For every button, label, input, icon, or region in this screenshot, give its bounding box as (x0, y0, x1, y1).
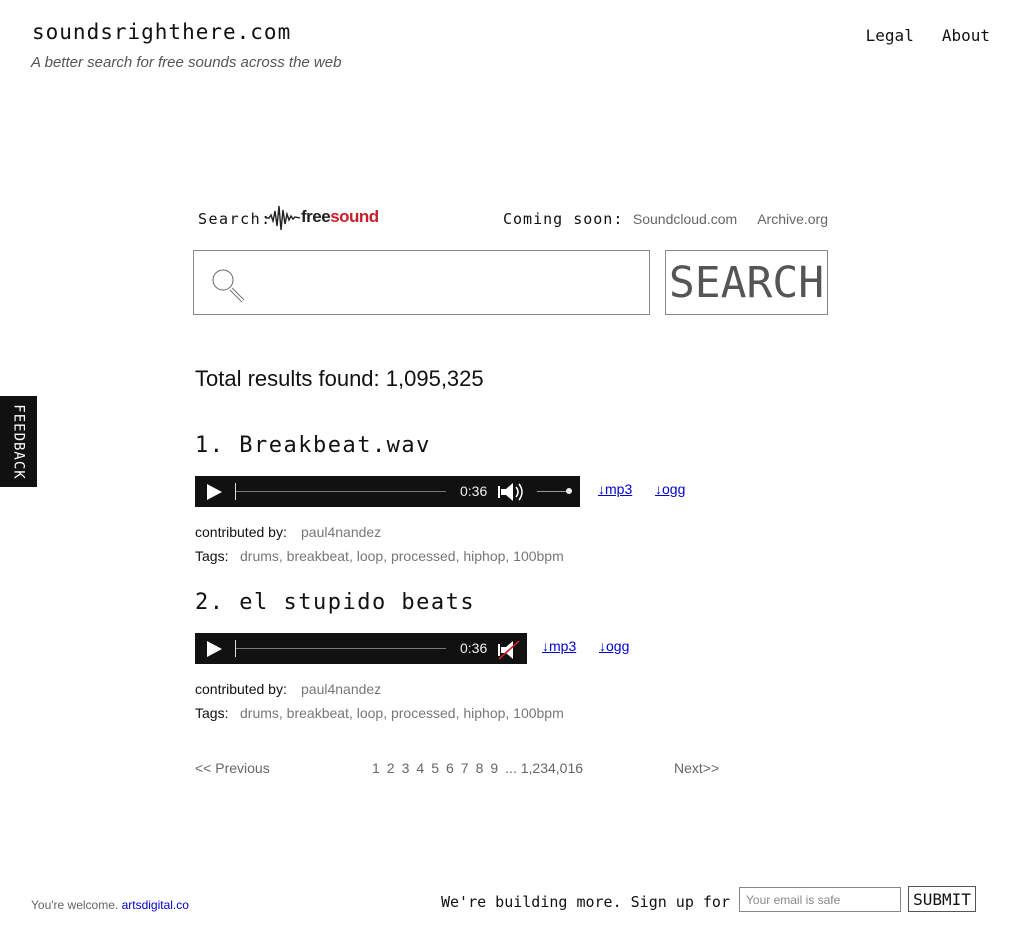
volume-icon[interactable] (497, 482, 527, 502)
page-link-6[interactable]: 6 (446, 760, 454, 776)
contributor-name[interactable]: paul4nandez (301, 524, 381, 540)
next-page-link[interactable]: Next>> (674, 760, 719, 776)
feedback-tab[interactable]: FEEDBACK (0, 396, 37, 487)
previous-page-link[interactable]: << Previous (195, 760, 270, 776)
volume-handle[interactable] (566, 488, 572, 494)
result-item: 1. Breakbeat.wav 0:36 ↓mp3 ↓ogg contribu… (195, 433, 835, 568)
page-link-4[interactable]: 4 (416, 760, 424, 776)
result-item: 2. el stupido beats 0:36 ↓mp3 ↓ogg contr… (195, 590, 835, 725)
playback-time: 0:36 (460, 483, 488, 499)
coming-soon-sources: Soundcloud.com Archive.org (633, 211, 828, 227)
search-input[interactable] (258, 263, 638, 303)
nav-about-link[interactable]: About (942, 26, 990, 45)
page-link-5[interactable]: 5 (431, 760, 439, 776)
download-ogg-link[interactable]: ↓ogg (599, 638, 629, 654)
page-numbers: 1 2 3 4 5 6 7 8 9 ... 1,234,016 (372, 760, 583, 776)
tags-label: Tags: (195, 705, 229, 721)
play-icon[interactable] (205, 483, 223, 501)
download-mp3-link[interactable]: ↓mp3 (598, 481, 632, 497)
freesound-logo-text-part1: free (301, 207, 331, 226)
page-link-last[interactable]: ... 1,234,016 (505, 760, 583, 776)
result-title[interactable]: 2. el stupido beats (195, 590, 835, 620)
page-link-7[interactable]: 7 (461, 760, 469, 776)
footer-credit-text: You're welcome. (31, 898, 119, 912)
footer-credit: You're welcome. artsdigital.co (31, 898, 189, 912)
submit-button[interactable]: SUBMIT (908, 886, 976, 912)
download-mp3-link[interactable]: ↓mp3 (542, 638, 576, 654)
page-link-8[interactable]: 8 (476, 760, 484, 776)
progress-handle[interactable] (235, 640, 236, 657)
download-ogg-link[interactable]: ↓ogg (655, 481, 685, 497)
result-title[interactable]: 1. Breakbeat.wav (195, 433, 835, 463)
audio-player: 0:36 (195, 633, 527, 664)
contributor-name[interactable]: paul4nandez (301, 681, 381, 697)
play-icon[interactable] (205, 640, 223, 658)
waveform-icon (266, 205, 300, 231)
progress-bar[interactable] (235, 491, 446, 492)
page-link-2[interactable]: 2 (387, 760, 395, 776)
nav-legal-link[interactable]: Legal (866, 26, 914, 45)
page-link-3[interactable]: 3 (402, 760, 410, 776)
contributed-by-label: contributed by: (195, 681, 287, 697)
pagination: << Previous 1 2 3 4 5 6 7 8 9 ... 1,234,… (195, 760, 720, 780)
site-tagline: A better search for free sounds across t… (31, 54, 342, 71)
freesound-logo[interactable]: freesound (266, 202, 379, 232)
footer-credit-link[interactable]: artsdigital.co (122, 898, 189, 912)
audio-player: 0:36 (195, 476, 580, 507)
total-results: Total results found: 1,095,325 (195, 366, 484, 391)
search-source-label: Search: (198, 210, 272, 228)
email-field[interactable] (739, 887, 901, 912)
site-title[interactable]: soundsrighthere.com (32, 20, 291, 44)
search-icon (212, 269, 245, 303)
coming-soon-label: Coming soon: (503, 210, 624, 228)
tags-label: Tags: (195, 548, 229, 564)
muted-volume-icon[interactable] (497, 639, 523, 661)
progress-bar[interactable] (235, 648, 446, 649)
feedback-tab-label: FEEDBACK (10, 403, 27, 480)
source-archive-org[interactable]: Archive.org (757, 211, 828, 227)
source-selector: Search: freesound Coming soon: Soundclou… (198, 202, 828, 234)
contributed-by-label: contributed by: (195, 524, 287, 540)
search-button[interactable]: SEARCH (665, 250, 828, 315)
freesound-logo-text-part2: sound (330, 207, 379, 226)
source-soundcloud[interactable]: Soundcloud.com (633, 211, 737, 227)
progress-handle[interactable] (235, 483, 236, 500)
page-link-1[interactable]: 1 (372, 760, 380, 776)
tags-list: drums, breakbeat, loop, processed, hipho… (240, 705, 564, 721)
playback-time: 0:36 (460, 640, 488, 656)
top-nav: Legal About (866, 26, 990, 45)
tags-list: drums, breakbeat, loop, processed, hipho… (240, 548, 564, 564)
page-link-9[interactable]: 9 (490, 760, 498, 776)
search-box (193, 250, 650, 315)
